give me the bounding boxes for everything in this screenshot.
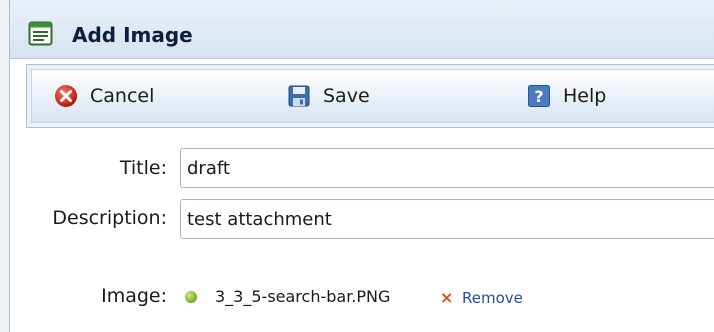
cancel-label: Cancel — [90, 85, 155, 107]
svg-text:?: ? — [534, 87, 543, 106]
cancel-icon — [55, 85, 77, 107]
toolbar: Cancel Save ? Help — [31, 69, 714, 123]
save-button[interactable]: Save — [287, 70, 387, 122]
title-input[interactable] — [180, 148, 714, 188]
cancel-button[interactable]: Cancel — [54, 70, 174, 122]
description-input[interactable] — [180, 199, 714, 239]
form-window-icon — [28, 21, 53, 46]
help-button[interactable]: ? Help — [527, 70, 627, 122]
remove-label: Remove — [462, 289, 523, 307]
remove-x-icon: × — [440, 288, 454, 307]
title-bar: Add Image — [10, 0, 714, 59]
status-dot-icon — [185, 291, 197, 303]
floppy-disk-icon — [288, 85, 310, 107]
toolbar-frame: Cancel Save ? Help — [26, 64, 714, 128]
add-image-dialog: Add Image Cancel Save ? Help Title: draf… — [9, 0, 714, 332]
dialog-title: Add Image — [72, 23, 193, 47]
save-label: Save — [323, 85, 370, 107]
window-edge — [0, 0, 9, 332]
help-icon: ? — [528, 85, 550, 107]
image-field-label: Image: — [101, 285, 167, 307]
attachment-filename: 3_3_5-search-bar.PNG — [215, 287, 391, 306]
help-label: Help — [563, 85, 607, 107]
description-field-label: Description: — [52, 207, 167, 229]
title-field-label: Title: — [119, 157, 167, 179]
